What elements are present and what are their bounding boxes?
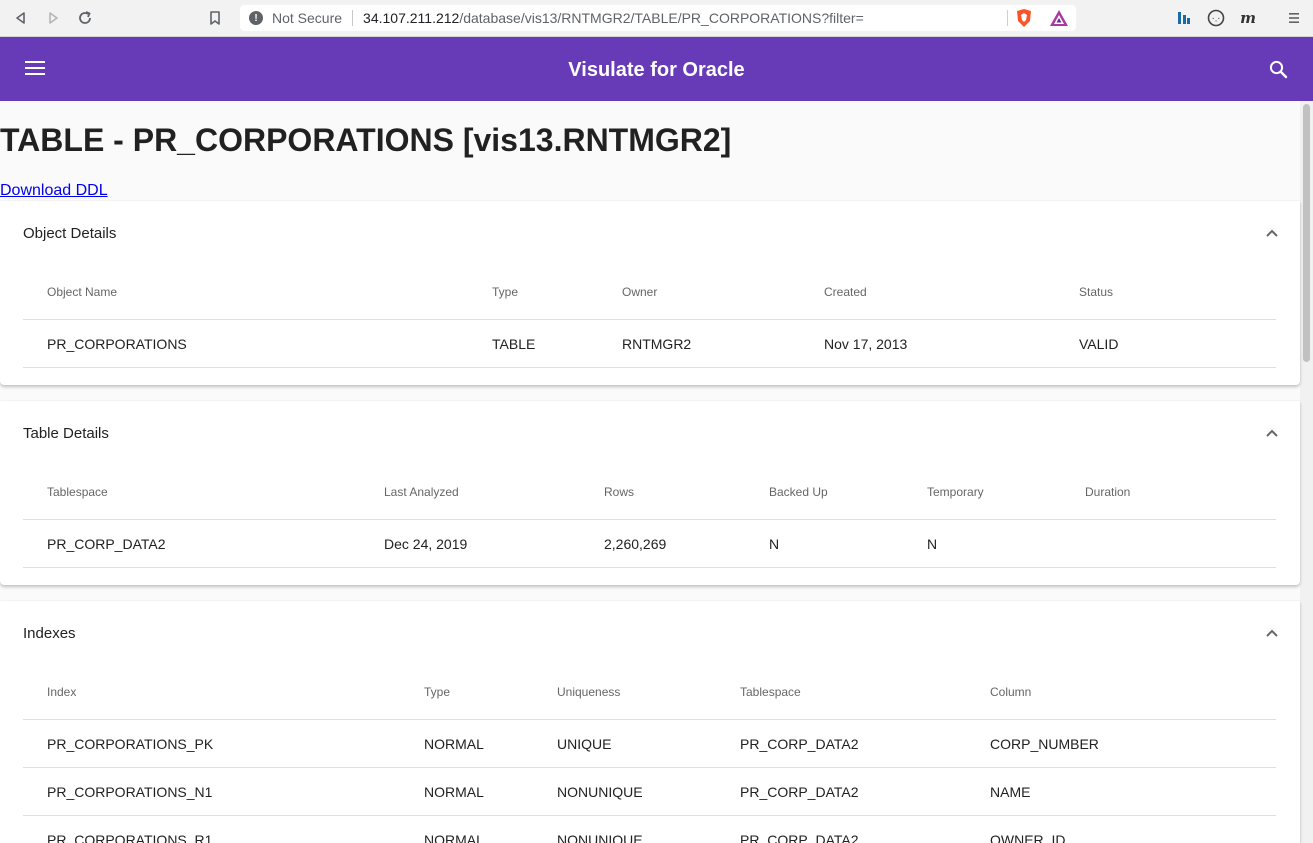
table-row: PR_CORPORATIONS_PK NORMAL UNIQUE PR_CORP… [23,720,1276,768]
back-icon[interactable] [9,7,33,29]
svg-text:m: m [1240,10,1256,26]
column-header: Backed Up [769,484,828,499]
table-row: PR_CORPORATIONS_R1 NORMAL NONUNIQUE PR_C… [23,816,1276,843]
table-cell: NORMAL [424,735,484,752]
table-header-row: Object Name Type Owner Created Status [23,264,1276,320]
panel-title: Table Details [23,425,109,442]
table-cell: PR_CORP_DATA2 [47,535,166,552]
indexes-panel: Indexes Index Type Uniqueness Tablespace… [0,601,1300,843]
column-header: Tablespace [740,684,801,699]
table-cell: PR_CORPORATIONS_N1 [47,783,213,800]
table-cell: NONUNIQUE [557,831,643,843]
column-header: Type [424,684,451,699]
table-cell: NORMAL [424,831,484,843]
table-details-panel: Table Details Tablespace Last Analyzed R… [0,401,1300,585]
table-row: PR_CORP_DATA2 Dec 24, 2019 2,260,269 N N [23,520,1276,568]
column-header: Created [824,284,867,299]
table-details-table: Tablespace Last Analyzed Rows Backed Up … [23,464,1276,568]
extension-icon[interactable]: m [1238,8,1258,28]
table-cell: PR_CORP_DATA2 [740,735,859,752]
object-details-table: Object Name Type Owner Created Status PR… [23,264,1276,368]
table-cell: N [927,535,938,552]
chevron-up-icon[interactable] [1265,625,1279,637]
forward-icon[interactable] [41,7,65,29]
table-cell: PR_CORP_DATA2 [740,783,859,800]
address-bar[interactable]: ! Not Secure 34.107.211.212/database/vis… [240,5,1076,31]
chevron-up-icon[interactable] [1265,225,1279,237]
browser-menu-icon[interactable] [1287,8,1301,28]
column-header: Owner [622,284,658,299]
table-cell: N [769,535,780,552]
info-icon: ! [249,11,263,25]
table-cell: UNIQUE [557,735,612,752]
table-row: PR_CORPORATIONS TABLE RNTMGR2 Nov 17, 20… [23,320,1276,368]
chevron-up-icon[interactable] [1265,425,1279,437]
panel-title: Object Details [23,225,117,242]
brave-rewards-icon[interactable] [1048,8,1070,28]
table-cell: CORP_NUMBER [990,735,1099,752]
column-header: Tablespace [47,484,108,499]
extension-icon[interactable] [1175,8,1193,28]
svg-text:·.·: ·.· [1212,15,1221,25]
column-header: Last Analyzed [384,484,459,499]
table-cell: NONUNIQUE [557,783,643,800]
column-header: Object Name [47,284,118,299]
indexes-table: Index Type Uniqueness Tablespace Column … [23,664,1276,843]
table-cell: OWNER_ID [990,831,1066,843]
column-header: Type [492,284,519,299]
app-title: Visulate for Oracle [568,59,745,81]
reload-icon[interactable] [73,7,97,29]
table-cell: VALID [1079,335,1119,352]
panel-title: Indexes [23,625,76,642]
object-details-panel: Object Details Object Name Type Owner Cr… [0,201,1300,385]
table-header-row: Tablespace Last Analyzed Rows Backed Up … [23,464,1276,520]
table-cell: NAME [990,783,1031,800]
page-title: TABLE - PR_CORPORATIONS [vis13.RNTMGR2] [0,122,732,158]
column-header: Column [990,684,1032,699]
download-ddl-link[interactable]: Download DDL [0,182,108,200]
table-cell: TABLE [492,335,536,352]
table-cell: NORMAL [424,783,484,800]
app-toolbar: Visulate for Oracle [0,37,1313,101]
security-label: Not Secure [272,10,343,26]
page-scrollbar[interactable] [1300,101,1313,843]
extension-icon[interactable]: ·.· [1206,8,1226,28]
brave-shield-icon[interactable] [1014,8,1034,28]
column-header: Rows [604,484,635,499]
url-path: /database/vis13/RNTMGR2/TABLE/PR_CORPORA… [459,10,864,26]
table-cell: PR_CORPORATIONS_PK [47,735,214,752]
browser-toolbar: ! Not Secure 34.107.211.212/database/vis… [0,0,1313,37]
column-header: Status [1079,284,1114,299]
column-header: Temporary [927,484,984,499]
column-header: Index [47,684,77,699]
table-cell: PR_CORPORATIONS [47,335,187,352]
column-header: Duration [1085,484,1131,499]
table-row: PR_CORPORATIONS_N1 NORMAL NONUNIQUE PR_C… [23,768,1276,816]
table-cell: RNTMGR2 [622,335,692,352]
divider [352,10,354,26]
divider [1007,10,1008,26]
bookmark-icon[interactable] [203,7,227,29]
url-host: 34.107.211.212 [363,10,460,26]
search-icon[interactable] [1268,59,1290,81]
table-cell: PR_CORPORATIONS_R1 [47,831,213,843]
table-header-row: Index Type Uniqueness Tablespace Column [23,664,1276,720]
table-cell: Dec 24, 2019 [384,535,468,552]
table-cell: PR_CORP_DATA2 [740,831,859,843]
scrollbar-thumb[interactable] [1303,104,1310,362]
table-cell: 2,260,269 [604,535,667,552]
table-cell: Nov 17, 2013 [824,335,908,352]
column-header: Uniqueness [557,684,621,699]
